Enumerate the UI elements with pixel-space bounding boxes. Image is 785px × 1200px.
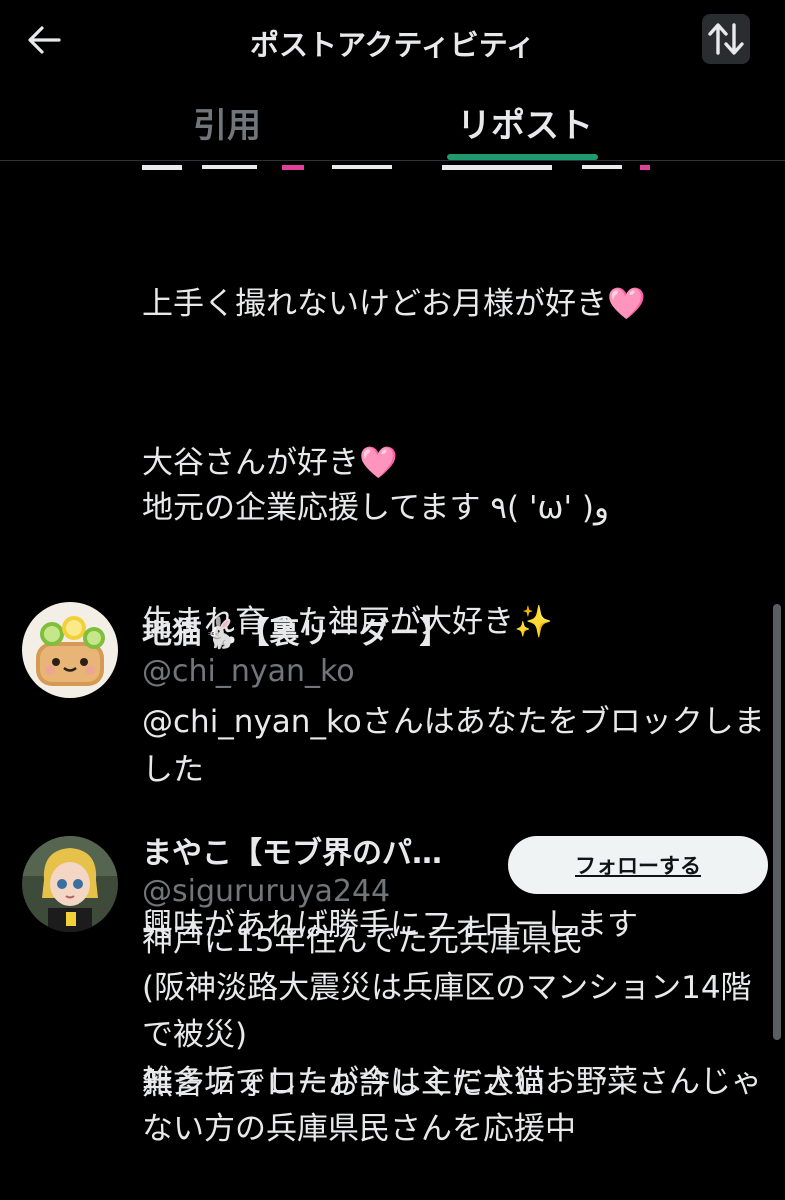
scrollbar[interactable] <box>773 604 781 1040</box>
description-line: 雑多垢でしたが今は主に犬猫お野菜さんじゃない方の兵庫県民さんを応援中 <box>142 1064 762 1147</box>
cat-bowl-avatar-icon[interactable] <box>22 602 118 698</box>
bio-last-line: 地元の企業応援してます ٩( 'ω' )و <box>142 490 609 526</box>
user-description: 神戸に15年住んでた元兵庫県民 (阪神淡路大震災は兵庫区のマンション14階で被災)… <box>142 918 767 1153</box>
user-display-name[interactable]: まやこ【モブ界のパ… <box>142 828 482 872</box>
tab-bar: 引用 リポスト <box>0 82 785 161</box>
tab-quote[interactable]: 引用 <box>193 98 261 147</box>
tab-repost[interactable]: リポスト <box>457 98 593 147</box>
repost-user-list[interactable]: 上手く撮れないけどお月様が好き🩷 大谷さんが好き🩷 生まれ育った神戸が大好き✨ … <box>0 160 785 1200</box>
user-display-name[interactable]: 地猫🐇【裏リーダー】 <box>142 608 502 652</box>
doll-avatar-icon[interactable] <box>22 836 118 932</box>
sort-arrows-icon <box>708 23 744 55</box>
user-handle[interactable]: @sigururuya244 <box>142 874 390 909</box>
user-description: @chi_nyan_koさんはあなたをブロックしました <box>142 704 765 788</box>
page-title: ポストアクティビティ <box>249 28 536 62</box>
sort-button[interactable] <box>702 14 750 64</box>
description-line: (阪神淡路大震災は兵庫区のマンション14階で被災) <box>142 970 752 1053</box>
top-bar: ポストアクティビティ <box>0 0 785 82</box>
cut-off-text-line <box>142 160 652 170</box>
description-line: 神戸に15年住んでた元兵庫県民 <box>142 923 583 959</box>
bio-line: 上手く撮れないけどお月様が好き🩷 <box>142 286 646 322</box>
user-cell[interactable]: 地猫🐇【裏リーダー】 @chi_nyan_ko @chi_nyan_koさんはあ… <box>0 590 785 790</box>
user-handle[interactable]: @chi_nyan_ko <box>142 654 355 689</box>
user-cell[interactable]: まやこ【モブ界のパ… @sigururuya244 フォローする 神戸に15年住… <box>0 828 785 1200</box>
follow-button[interactable]: フォローする <box>508 836 768 894</box>
